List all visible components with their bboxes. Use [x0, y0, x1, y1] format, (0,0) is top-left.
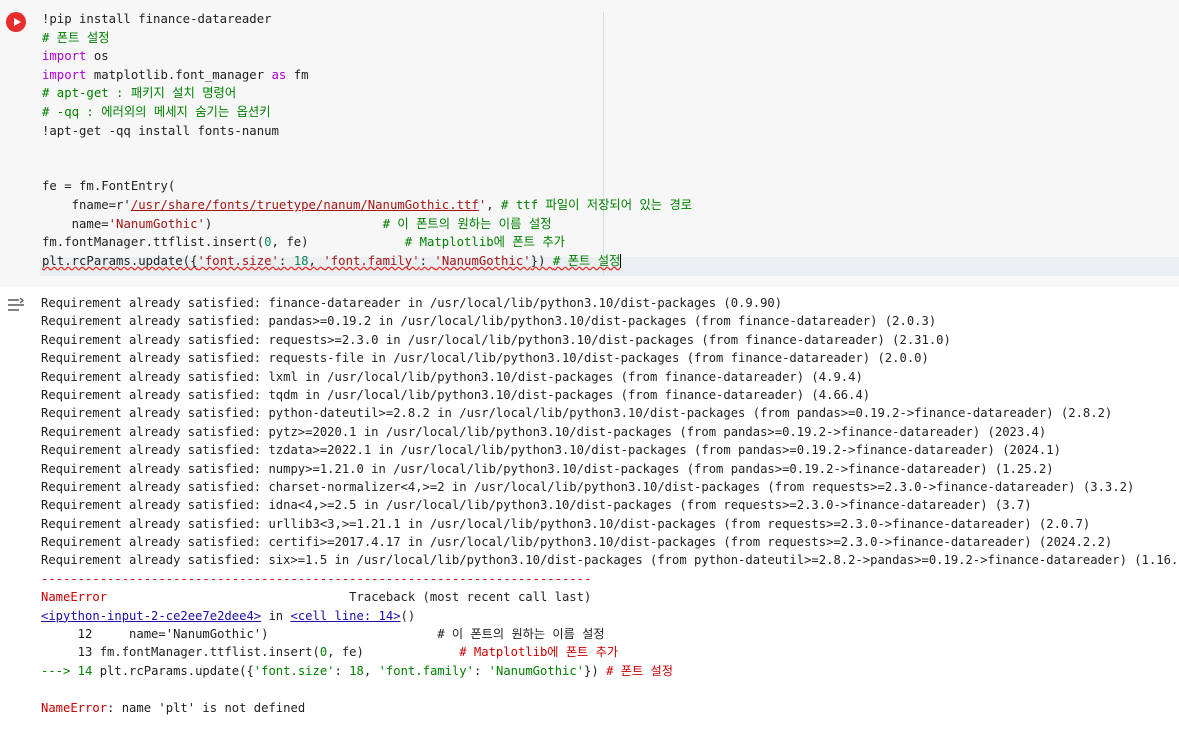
code-line-1: !pip install finance-datareader: [42, 12, 272, 26]
code-line-10: fe = fm.FontEntry(: [42, 179, 176, 194]
pip-output-line: Requirement already satisfied: charset-n…: [41, 479, 1135, 494]
run-cell-button[interactable]: [6, 12, 26, 32]
pip-output-line: Requirement already satisfied: lxml in /…: [41, 369, 863, 384]
text-cursor: [620, 254, 622, 269]
code-line-7: !apt-get -qq install fonts-nanum: [42, 123, 279, 138]
code-line-11: fname=r'/usr/share/fonts/truetype/nanum/…: [42, 197, 693, 212]
traceback-header: NameError Traceback (most recent call la…: [41, 590, 592, 605]
pip-output-line: Requirement already satisfied: tqdm in /…: [41, 387, 871, 402]
cell-line-link[interactable]: <cell line: 14>: [290, 609, 400, 623]
code-line-5: # apt-get : 패키지 설치 명령어: [42, 86, 237, 101]
cell-output: Requirement already satisfied: finance-d…: [41, 294, 1179, 717]
pip-output-line: Requirement already satisfied: certifi>=…: [41, 535, 1113, 550]
code-line-6: # -qq : 에러외의 메세지 숨기는 옵션키: [42, 104, 271, 119]
code-line-2: # 폰트 설정: [42, 30, 110, 45]
traceback-line-12: 12 name='NanumGothic') # 이 폰트의 원하는 이름 설정: [41, 627, 605, 642]
pip-output-line: Requirement already satisfied: numpy>=1.…: [41, 461, 1054, 476]
code-line-12: name='NanumGothic') # 이 폰트의 원하는 이름 설정: [42, 216, 552, 231]
pip-output-line: Requirement already satisfied: idna<4,>=…: [41, 498, 1032, 513]
traceback-blank: [41, 680, 1171, 698]
traceback-separator: ----------------------------------------…: [41, 571, 592, 586]
traceback-line-14: ---> 14 plt.rcParams.update({'font.size'…: [41, 663, 673, 678]
pip-output-line: Requirement already satisfied: tzdata>=2…: [41, 443, 1061, 458]
code-line-3: import os: [42, 49, 109, 64]
traceback-line-13: 13 fm.fontManager.ttflist.insert(0, fe) …: [41, 645, 619, 660]
code-line-4: import matplotlib.font_manager as fm: [42, 67, 309, 82]
code-editor[interactable]: !pip install finance-datareader # 폰트 설정 …: [42, 10, 1162, 270]
code-line-14: plt.rcParams.update({'font.size': 18, 'f…: [42, 253, 622, 269]
pip-output-line: Requirement already satisfied: pandas>=0…: [41, 314, 937, 329]
pip-output-line: Requirement already satisfied: requests-…: [41, 351, 929, 366]
pip-output: Requirement already satisfied: finance-d…: [41, 294, 1179, 570]
code-line-13: fm.fontManager.ttflist.insert(0, fe) # M…: [42, 235, 565, 250]
pip-output-line: Requirement already satisfied: urllib3<3…: [41, 516, 1091, 531]
pip-output-line: Requirement already satisfied: six>=1.5 …: [41, 553, 1179, 568]
ipython-input-link[interactable]: <ipython-input-2-ce2ee7e2dee4>: [41, 609, 261, 623]
output-options-icon[interactable]: [5, 296, 27, 314]
pip-output-line: Requirement already satisfied: pytz>=202…: [41, 424, 1047, 439]
pip-output-line: Requirement already satisfied: python-da…: [41, 406, 1113, 421]
code-cell[interactable]: !pip install finance-datareader # 폰트 설정 …: [0, 0, 1179, 287]
pip-output-line: Requirement already satisfied: finance-d…: [41, 296, 783, 310]
traceback-location: <ipython-input-2-ce2ee7e2dee4> in <cell …: [41, 608, 416, 623]
pip-output-line: Requirement already satisfied: requests>…: [41, 332, 951, 347]
error-message: NameError: name 'plt' is not defined: [41, 700, 306, 715]
